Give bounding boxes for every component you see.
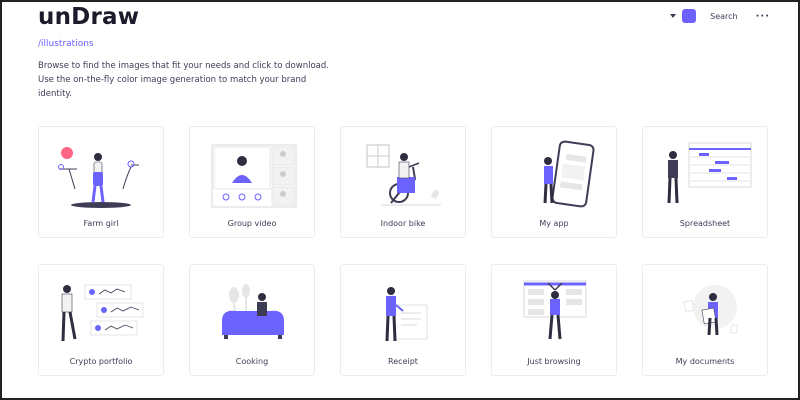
more-menu-icon[interactable]: ···	[756, 11, 770, 22]
search-button[interactable]: Search	[710, 12, 737, 21]
card-label: My app	[539, 219, 569, 228]
card-spreadsheet[interactable]: Spreadsheet	[642, 126, 768, 238]
color-picker-swatch[interactable]	[682, 9, 697, 23]
card-label: Farm girl	[83, 219, 119, 228]
card-group-video[interactable]: Group video	[189, 126, 315, 238]
card-label: Crypto portfolio	[69, 357, 133, 366]
card-cooking[interactable]: Cooking	[189, 264, 315, 376]
header-tools: Search ···	[670, 9, 770, 23]
breadcrumb-illustrations[interactable]: /illustrations	[38, 39, 94, 49]
card-just-browsing[interactable]: Just browsing	[491, 264, 617, 376]
card-my-app[interactable]: My app	[491, 126, 617, 238]
card-label: Just browsing	[527, 357, 581, 366]
card-label: My documents	[675, 357, 735, 366]
card-label: Receipt	[388, 357, 418, 366]
card-label: Indoor bike	[380, 219, 426, 228]
card-crypto-portfolio[interactable]: Crypto portfolio	[38, 264, 164, 376]
card-label: Spreadsheet	[679, 219, 731, 228]
card-my-documents[interactable]: My documents	[642, 264, 768, 376]
caret-down-icon[interactable]	[670, 14, 677, 18]
card-farm-girl[interactable]: Farm girl	[38, 126, 164, 238]
undraw-logo[interactable]: unDraw	[38, 4, 139, 30]
intro-text: Browse to find the images that fit your …	[38, 61, 329, 99]
card-receipt[interactable]: Receipt	[340, 264, 466, 376]
card-label: Cooking	[235, 357, 269, 366]
card-indoor-bike[interactable]: Indoor bike	[340, 126, 466, 238]
card-label: Group video	[227, 219, 277, 228]
